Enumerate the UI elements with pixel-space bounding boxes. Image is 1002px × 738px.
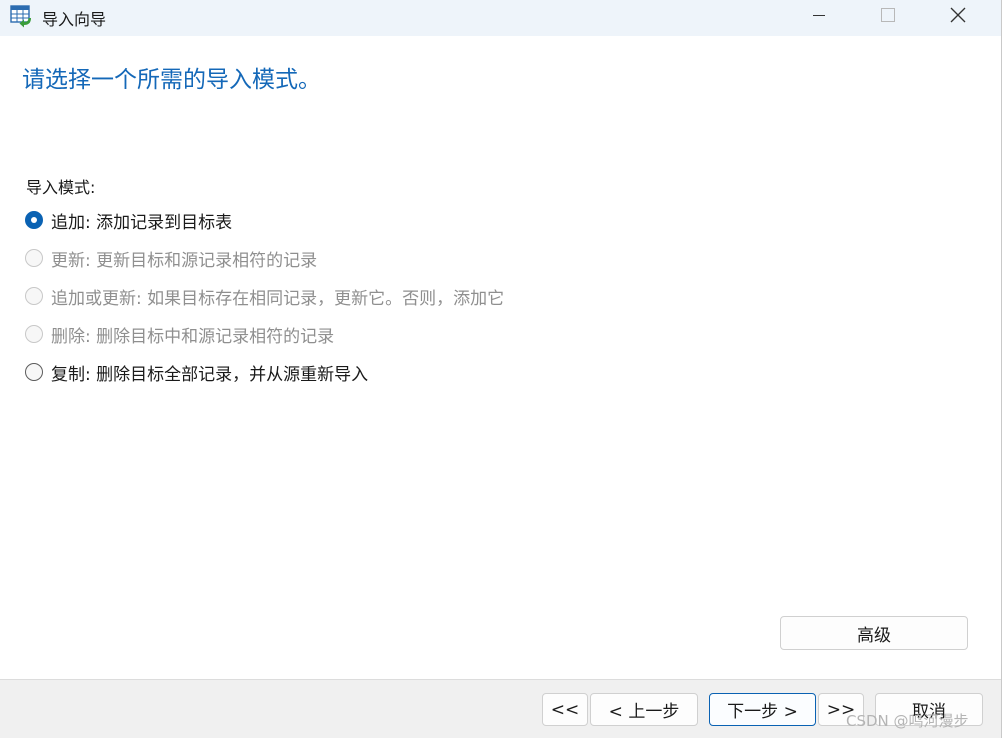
- title-bar: 导入向导: [0, 0, 1001, 36]
- radio-delete: 删除: 删除目标中和源记录相符的记录: [25, 322, 335, 347]
- radio-checked-icon: [25, 211, 43, 229]
- close-icon: [950, 7, 966, 23]
- page-title: 请选择一个所需的导入模式。: [22, 67, 321, 93]
- radio-copy[interactable]: 复制: 删除目标全部记录，并从源重新导入: [25, 360, 369, 385]
- watermark: CSDN @鸣河漫步: [846, 712, 969, 730]
- radio-append[interactable]: 追加: 添加记录到目标表: [25, 208, 233, 233]
- advanced-button[interactable]: 高级: [780, 616, 968, 650]
- import-mode-label: 导入模式:: [26, 178, 96, 197]
- radio-append-or-update: 追加或更新: 如果目标存在相同记录，更新它。否则，添加它: [25, 284, 505, 309]
- maximize-icon: [881, 8, 895, 22]
- minimize-button[interactable]: [796, 0, 842, 32]
- radio-unchecked-icon: [25, 287, 43, 305]
- radio-append-or-update-label: 追加或更新: 如果目标存在相同记录，更新它。否则，添加它: [51, 288, 505, 309]
- next-step-button[interactable]: 下一步 >: [709, 693, 816, 726]
- first-step-button[interactable]: <<: [542, 693, 588, 726]
- radio-delete-label: 删除: 删除目标中和源记录相符的记录: [51, 326, 335, 347]
- radio-copy-label: 复制: 删除目标全部记录，并从源重新导入: [51, 364, 369, 385]
- radio-unchecked-icon: [25, 249, 43, 267]
- previous-step-button[interactable]: < 上一步: [590, 693, 698, 726]
- close-button[interactable]: [934, 0, 980, 32]
- maximize-button[interactable]: [864, 0, 910, 32]
- radio-update-label: 更新: 更新目标和源记录相符的记录: [51, 250, 318, 271]
- table-import-icon: [10, 4, 34, 28]
- window-title: 导入向导: [42, 10, 107, 29]
- radio-append-label: 追加: 添加记录到目标表: [51, 212, 233, 233]
- radio-update: 更新: 更新目标和源记录相符的记录: [25, 246, 318, 271]
- import-wizard-window: 导入向导 请选择一个所需的导入模式。 导入模式: 追加: 添加记录到目标表 更新…: [0, 0, 1002, 738]
- radio-unchecked-icon: [25, 325, 43, 343]
- minimize-icon: [813, 15, 825, 16]
- radio-unchecked-icon: [25, 363, 43, 381]
